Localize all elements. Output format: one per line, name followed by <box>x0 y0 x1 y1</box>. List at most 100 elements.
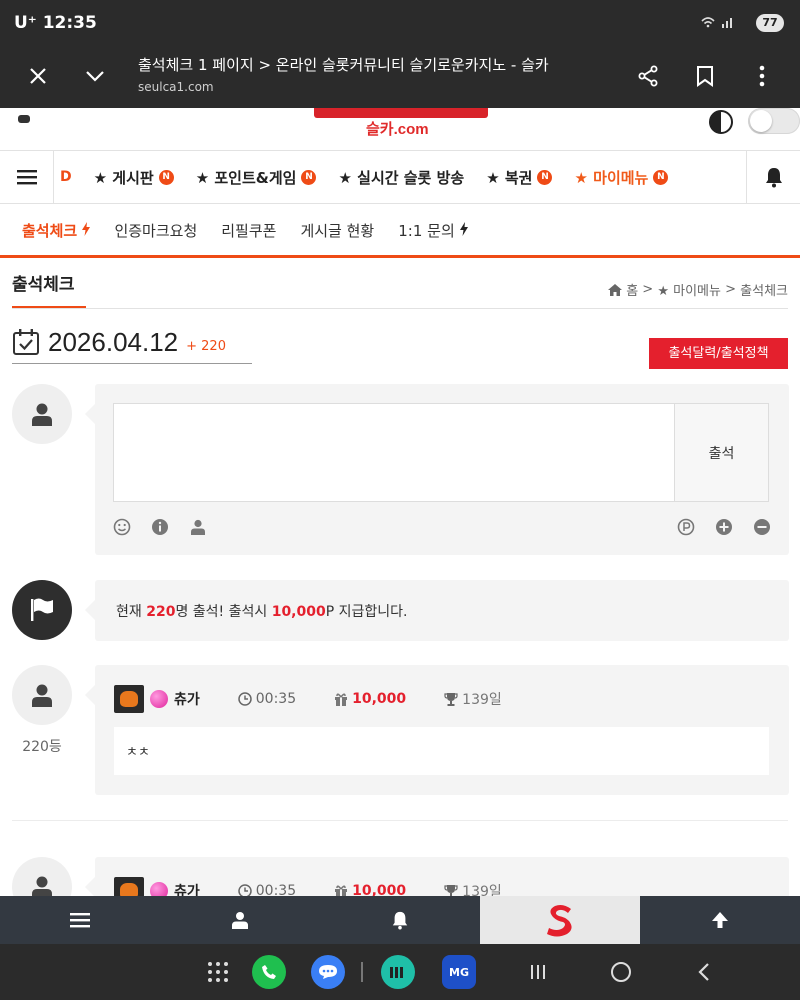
entry-message: ㅊㅊ <box>114 727 769 775</box>
subnav-item-label: 1:1 문의 <box>398 221 455 240</box>
subnav-item-inquiry[interactable]: 1:1 문의 <box>398 220 468 241</box>
notice-suffix: P 지급합니다. <box>325 604 408 620</box>
android-nav-bar: MG <box>0 944 800 1000</box>
form-tools-left <box>113 518 227 536</box>
page-url[interactable]: seulca1.com <box>138 80 214 94</box>
trophy-icon <box>444 692 458 706</box>
phone-app-icon[interactable] <box>250 955 288 989</box>
main-nav-partial-item[interactable]: D <box>60 169 72 185</box>
contrast-icon[interactable] <box>709 110 733 134</box>
site-logo[interactable] <box>314 108 488 118</box>
notice-mid: 명 출석! 출석시 <box>175 604 272 620</box>
comment-textarea[interactable] <box>113 403 675 502</box>
breadcrumb-separator: > <box>720 282 741 297</box>
avatar-notice <box>12 580 72 640</box>
bottom-bell-icon[interactable] <box>320 896 480 944</box>
breadcrumb-home[interactable]: 홈 <box>626 280 638 299</box>
attendance-calendar-button[interactable]: 출석달력/출석정책 <box>649 338 788 369</box>
entry-meta: 츄가 00:35 10,000 139일 <box>114 685 502 713</box>
more-vertical-icon[interactable] <box>746 60 778 92</box>
toggle-knob <box>750 110 772 132</box>
attendance-entry: 츄가 00:35 10,000 139일 ㅊㅊ <box>85 665 789 795</box>
notice-points: 10,000 <box>271 604 326 620</box>
close-icon[interactable] <box>22 60 54 92</box>
subnav-item-label: 출석체크 <box>22 221 78 240</box>
breadcrumb-separator: > <box>638 282 658 297</box>
share-icon[interactable] <box>632 60 664 92</box>
level-icon <box>114 685 144 713</box>
home-button-icon[interactable] <box>608 956 634 988</box>
nav-item-points-games[interactable]: ★ 포인트&게임 N <box>196 167 317 188</box>
user-icon[interactable] <box>16 108 32 127</box>
breadcrumb-current: 출석체크 <box>740 284 788 299</box>
attendance-count-plus: + 220 <box>186 338 226 354</box>
sub-nav-items: 출석체크 인증마크요청 리필쿠폰 게시글 현황 1:1 문의 <box>22 204 492 256</box>
back-button-icon[interactable] <box>694 956 714 988</box>
nav-item-label: ★ 실시간 슬롯 방송 <box>338 168 465 187</box>
notice-prefix: 현재 <box>116 604 147 620</box>
attendance-date: 2026.04.12 <box>48 326 179 357</box>
entry-time-value: 00:35 <box>255 691 297 707</box>
entry-points-value: 10,000 <box>352 691 407 707</box>
chevron-down-icon[interactable] <box>79 60 111 92</box>
hamburger-menu-icon[interactable] <box>0 151 54 203</box>
form-tools-right <box>657 518 771 536</box>
main-nav-items: D ★ 게시판 N ★ 포인트&게임 N ★ 실시간 슬롯 방송 ★ 복권 N ★ 마… <box>60 151 690 203</box>
new-badge: N <box>537 169 553 185</box>
avatar <box>12 665 72 725</box>
entry-points: 10,000 <box>334 691 406 707</box>
recent-apps-icon[interactable] <box>526 956 550 988</box>
subnav-item-cert-mark[interactable]: 인증마크요청 <box>114 220 197 241</box>
attendance-notice: 현재 220명 출석! 출석시 10,000P 지급합니다. <box>85 580 789 641</box>
mg-app-icon[interactable]: MG <box>440 955 478 989</box>
browser-toolbar: 출석체크 1 페이지 > 온라인 슬롯커뮤니티 슬기로운카지노 - 슬카 seu… <box>0 46 800 108</box>
plus-circle-icon[interactable] <box>715 518 733 536</box>
dock-divider <box>360 956 364 988</box>
messages-app-icon[interactable] <box>309 955 347 989</box>
new-badge: N <box>301 169 317 185</box>
divider <box>12 308 788 309</box>
bell-icon[interactable] <box>746 151 800 203</box>
gift-icon <box>334 692 348 706</box>
info-icon[interactable] <box>151 518 169 536</box>
page-title: 출석체크 <box>12 275 75 295</box>
site-bottom-bar <box>0 896 800 944</box>
battery-indicator: 77 <box>756 14 784 32</box>
dark-mode-toggle[interactable] <box>748 108 800 134</box>
bottom-user-icon[interactable] <box>160 896 320 944</box>
point-icon[interactable] <box>677 518 695 536</box>
main-nav: D ★ 게시판 N ★ 포인트&게임 N ★ 실시간 슬롯 방송 ★ 복권 N ★ 마… <box>0 150 800 204</box>
game-app-icon[interactable] <box>379 955 417 989</box>
attendance-submit-button[interactable]: 출석 <box>674 403 769 502</box>
nav-item-label: ★ 복권 <box>486 168 533 187</box>
subnav-item-post-status[interactable]: 게시글 현황 <box>300 220 374 241</box>
app-drawer-icon[interactable] <box>203 956 233 988</box>
notice-text: 현재 220명 출석! 출석시 10,000P 지급합니다. <box>116 601 407 621</box>
calendar-check-icon[interactable] <box>12 328 40 356</box>
nav-item-label: ★ 포인트&게임 <box>195 168 297 187</box>
minus-circle-icon[interactable] <box>753 518 771 536</box>
bolt-icon <box>82 221 91 236</box>
bottom-menu-icon[interactable] <box>0 896 160 944</box>
attendance-comment-form: 출석 <box>85 384 789 555</box>
nav-item-live-slot[interactable]: ★ 실시간 슬롯 방송 <box>338 167 464 188</box>
entry-nickname[interactable]: 츄가 <box>174 689 200 709</box>
bottom-logo-icon[interactable] <box>480 896 640 944</box>
nav-item-label: ★ 게시판 <box>93 168 154 187</box>
wifi-signal-icon <box>701 17 732 28</box>
bookmark-icon[interactable] <box>689 60 721 92</box>
nav-item-my-menu[interactable]: ★ 마이메뉴 N <box>574 167 669 188</box>
rank-ball-icon <box>150 690 168 708</box>
emoticon-icon[interactable] <box>113 518 131 536</box>
breadcrumb: 홈 > ★ 마이메뉴 > 출석체크 <box>608 280 788 299</box>
subnav-item-refill-coupon[interactable]: 리필쿠폰 <box>221 220 276 241</box>
scroll-top-arrow-icon[interactable] <box>640 896 800 944</box>
page-tab-title[interactable]: 출석체크 1 페이지 > 온라인 슬롯커뮤니티 슬기로운카지노 - 슬카 <box>138 54 608 75</box>
breadcrumb-my-menu[interactable]: ★ 마이메뉴 <box>657 280 721 299</box>
site-logo-domain[interactable]: 슬카.com <box>366 118 429 139</box>
subnav-item-attendance[interactable]: 출석체크 <box>22 220 91 241</box>
user-icon[interactable] <box>189 518 207 536</box>
nav-item-lottery[interactable]: ★ 복권 N <box>486 167 553 188</box>
nav-item-board[interactable]: ★ 게시판 N <box>94 167 174 188</box>
user-icon <box>32 403 52 426</box>
